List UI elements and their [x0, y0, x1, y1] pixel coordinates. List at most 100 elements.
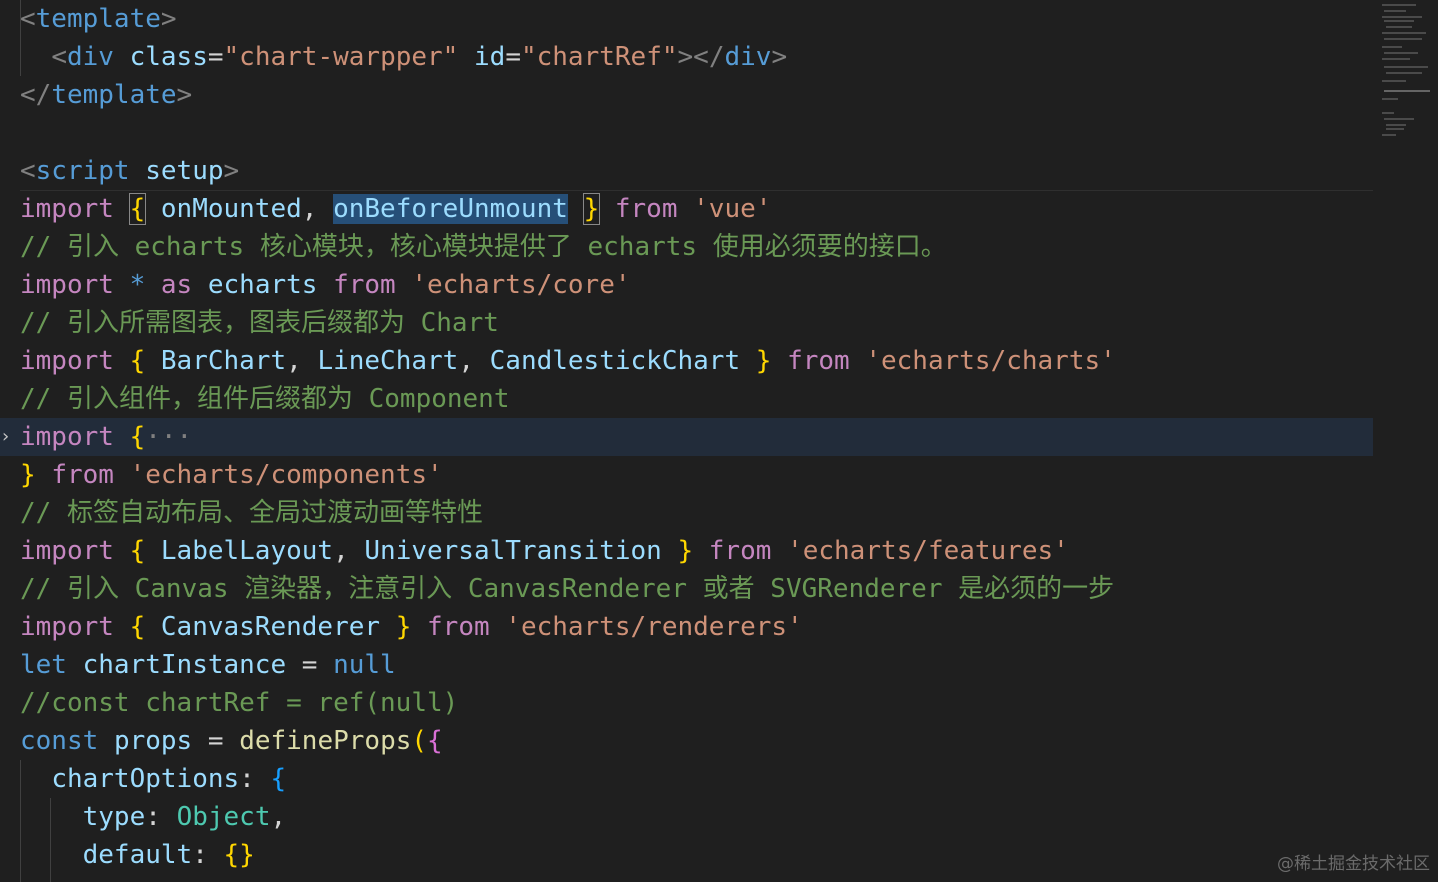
- code-token: <: [20, 156, 36, 186]
- code-token: div: [66, 42, 114, 72]
- code-token: onMounted: [160, 194, 302, 224]
- code-token: null: [333, 650, 396, 680]
- code-token: {: [129, 612, 146, 642]
- code-token: ,: [458, 346, 490, 376]
- code-line[interactable]: // 引入所需图表，图表后缀都为 Chart: [20, 304, 499, 342]
- code-token: BarChart: [160, 346, 287, 376]
- code-token: }: [677, 536, 694, 566]
- code-line[interactable]: let chartInstance = null: [20, 646, 396, 684]
- code-line[interactable]: // 引入 echarts 核心模块，核心模块提供了 echarts 使用必须要…: [20, 228, 947, 266]
- code-token: from: [333, 270, 396, 300]
- code-token: ,: [301, 194, 334, 224]
- code-token: {: [270, 764, 287, 794]
- fold-chevron-icon[interactable]: ›: [0, 418, 11, 456]
- code-line[interactable]: // 标签自动布局、全局过渡动画等特性: [20, 494, 483, 532]
- code-line[interactable]: // 引入 Canvas 渲染器，注意引入 CanvasRenderer 或者 …: [20, 570, 1114, 608]
- code-token: 'echarts/features': [787, 536, 1069, 566]
- code-line[interactable]: <script setup>: [20, 152, 239, 190]
- code-line[interactable]: import { onMounted, onBeforeUnmount } fr…: [20, 190, 771, 228]
- code-token: ,: [333, 536, 365, 566]
- code-token: {: [427, 726, 443, 756]
- code-line[interactable]: import {···: [20, 418, 192, 456]
- code-token: import: [20, 612, 114, 642]
- code-token: ></: [677, 42, 725, 72]
- code-token: "chart-warpper": [223, 42, 459, 72]
- minimap[interactable]: [1380, 0, 1438, 150]
- code-token: from: [787, 346, 850, 376]
- code-line[interactable]: default: {}: [20, 836, 255, 874]
- code-token: {: [129, 422, 146, 452]
- code-token: >: [223, 156, 240, 186]
- code-token: import: [20, 194, 114, 224]
- code-token: import: [20, 270, 114, 300]
- code-token: // 标签自动布局、全局过渡动画等特性: [20, 498, 483, 528]
- code-line[interactable]: } from 'echarts/components': [20, 456, 443, 494]
- code-token: //const chartRef = ref(null): [20, 688, 459, 718]
- code-line[interactable]: <div class="chart-warpper" id="chartRef"…: [20, 38, 787, 76]
- code-token: >: [771, 42, 788, 72]
- code-token: 'vue': [693, 194, 772, 224]
- code-token: ,: [270, 802, 287, 832]
- code-line[interactable]: import { LabelLayout, UniversalTransitio…: [20, 532, 1069, 570]
- code-line[interactable]: import { CanvasRenderer } from 'echarts/…: [20, 608, 803, 646]
- code-token: ,: [286, 346, 318, 376]
- code-token: =: [207, 42, 224, 72]
- code-line[interactable]: </template>: [20, 76, 192, 114]
- code-token: template: [51, 80, 177, 110]
- code-token: LineChart: [317, 346, 459, 376]
- code-token: from: [51, 460, 114, 490]
- code-line[interactable]: // 引入组件，组件后缀都为 Component: [20, 380, 510, 418]
- code-token: chartInstance: [82, 650, 287, 680]
- code-token: *: [129, 270, 146, 300]
- code-token: }: [582, 193, 601, 225]
- code-token: :: [145, 802, 177, 832]
- code-token: LabelLayout: [160, 536, 334, 566]
- code-line[interactable]: //const chartRef = ref(null): [20, 684, 458, 722]
- code-token: 'echarts/renderers': [505, 612, 803, 642]
- code-token: class: [129, 42, 208, 72]
- code-token: 'echarts/core': [411, 270, 631, 300]
- code-token: // 引入 Canvas 渲染器，注意引入 CanvasRenderer 或者 …: [20, 574, 1115, 604]
- code-line[interactable]: <template>: [20, 0, 177, 38]
- code-token: (: [411, 726, 428, 756]
- code-token: template: [35, 4, 161, 34]
- code-token: chartOptions: [51, 764, 240, 794]
- code-line[interactable]: import * as echarts from 'echarts/core': [20, 266, 631, 304]
- code-token: props: [113, 726, 193, 756]
- code-token: from: [427, 612, 490, 642]
- code-editor[interactable]: › <template> <div class="chart-warpper" …: [0, 0, 1438, 882]
- code-line[interactable]: import { BarChart, LineChart, Candlestic…: [20, 342, 1116, 380]
- code-token: :: [192, 840, 224, 870]
- code-line[interactable]: const props = defineProps({: [20, 722, 443, 760]
- code-token: :: [239, 764, 271, 794]
- code-token: // 引入所需图表，图表后缀都为 Chart: [20, 308, 499, 338]
- code-line[interactable]: type: Object,: [20, 798, 287, 836]
- current-line-highlight: [0, 418, 1373, 456]
- code-token: import: [20, 536, 114, 566]
- code-line[interactable]: chartOptions: {: [20, 760, 286, 798]
- code-token: >: [160, 4, 177, 34]
- code-token: echarts: [207, 270, 318, 300]
